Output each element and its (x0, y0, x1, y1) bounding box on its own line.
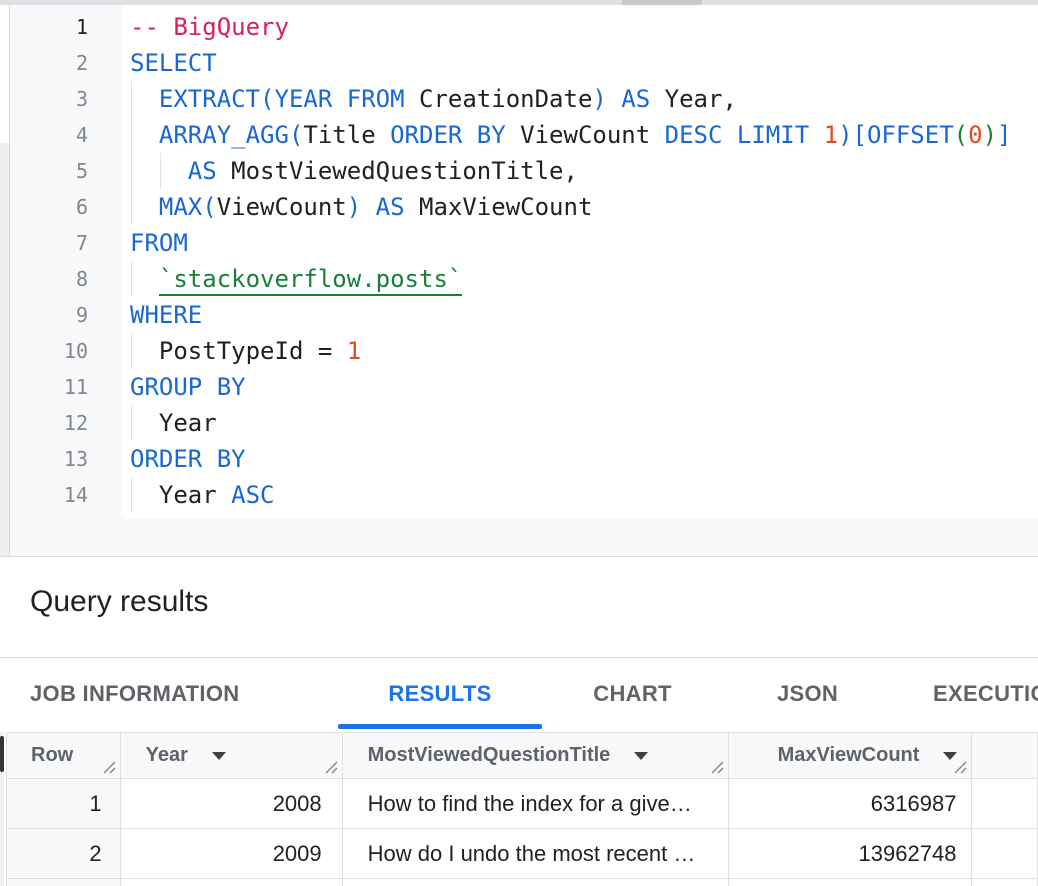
column-label: Row (31, 744, 73, 766)
results-tab-bar: JOB INFORMATION RESULTSCHART JSON EXECUTION… (0, 658, 1038, 732)
code-line-9[interactable]: 9 WHERE (0, 297, 1038, 333)
column-resize-grip[interactable] (709, 759, 725, 775)
column-resize-grip[interactable] (101, 759, 117, 775)
cell-year (120, 879, 342, 886)
code-text: FROM (130, 225, 188, 261)
code-line-7[interactable]: 7 FROM (0, 225, 1038, 261)
cell-overflow (972, 879, 1038, 886)
line-number: 9 (9, 297, 88, 333)
code-line-12[interactable]: 12 Year (0, 405, 1038, 441)
cell-overflow (972, 829, 1038, 879)
code-line-14[interactable]: 14 Year ASC (0, 477, 1038, 513)
code-text: Year (130, 405, 217, 441)
code-text: AS MostViewedQuestionTitle, (130, 153, 578, 189)
sort-dropdown-icon[interactable] (634, 752, 648, 760)
code-line-13[interactable]: 13 ORDER BY (0, 441, 1038, 477)
line-number: 13 (9, 441, 88, 477)
cell-most-viewed-question-title: How to find the index for a give… (342, 779, 729, 829)
line-number: 14 (9, 477, 88, 513)
code-text: ARRAY_AGG(Title ORDER BY ViewCount DESC … (130, 117, 1011, 153)
table-reference-link[interactable]: `stackoverflow.posts` (159, 265, 462, 296)
cell-most-viewed-question-title (342, 879, 729, 886)
code-text: PostTypeId = 1 (130, 333, 361, 369)
line-number: 3 (9, 81, 88, 117)
results-table: Row Year MostViewedQuestionTitle MaxViewCou… (6, 732, 1038, 886)
column-header-overflow (972, 733, 1038, 779)
tab-json[interactable]: JSON (745, 658, 870, 732)
code-text: ORDER BY (130, 441, 246, 477)
line-number: 5 (9, 153, 88, 189)
cell-overflow (972, 779, 1038, 829)
cell-row-number: 2 (7, 829, 121, 879)
code-text: SELECT (130, 45, 217, 81)
line-number: 11 (9, 369, 88, 405)
tab-results[interactable]: RESULTS (338, 658, 542, 732)
results-scrollbar-thumb[interactable] (0, 736, 4, 772)
code-line-8[interactable]: 8 `stackoverflow.posts` (0, 261, 1038, 297)
sort-dropdown-icon[interactable] (212, 752, 226, 760)
code-line-6[interactable]: 6 MAX(ViewCount) AS MaxViewCount (0, 189, 1038, 225)
column-header-max-view-count[interactable]: MaxViewCount (729, 733, 972, 779)
line-number: 12 (9, 405, 88, 441)
cell-max-view-count: 13962748 (729, 829, 972, 879)
code-text: Year ASC (130, 477, 275, 513)
column-label: MaxViewCount (778, 744, 920, 766)
bigquery-query-panel: 1-- BigQuery2SELECT3 EXTRACT(YEAR FROM C… (0, 0, 1038, 886)
code-text: GROUP BY (130, 369, 246, 405)
cell-row-number (7, 879, 121, 886)
code-text: `stackoverflow.posts` (130, 261, 462, 297)
results-table-wrap: Row Year MostViewedQuestionTitle MaxViewCou… (6, 732, 1038, 886)
cell-year: 2009 (120, 829, 342, 879)
table-row-partial (7, 879, 1038, 886)
line-number: 4 (9, 117, 88, 153)
column-header-row: Row Year MostViewedQuestionTitle MaxViewCou… (7, 733, 1038, 779)
code-line-11[interactable]: 11 GROUP BY (0, 369, 1038, 405)
code-text: WHERE (130, 297, 202, 333)
code-text: MAX(ViewCount) AS MaxViewCount (130, 189, 592, 225)
code-line-10[interactable]: 10 PostTypeId = 1 (0, 333, 1038, 369)
sql-editor[interactable]: 1-- BigQuery2SELECT3 EXTRACT(YEAR FROM C… (0, 5, 1038, 556)
panel-divider (0, 556, 1038, 557)
tab-execution-details[interactable]: EXECUTION DETAILS (933, 658, 1038, 732)
code-text: EXTRACT(YEAR FROM CreationDate) AS Year, (130, 81, 737, 117)
column-header-row-number[interactable]: Row (7, 733, 121, 779)
line-number: 1 (9, 9, 88, 45)
cell-max-view-count (729, 879, 972, 886)
column-header-most-viewed-question-title[interactable]: MostViewedQuestionTitle (342, 733, 729, 779)
code-lines: 1-- BigQuery2SELECT3 EXTRACT(YEAR FROM C… (0, 9, 1038, 513)
code-line-2[interactable]: 2 SELECT (0, 45, 1038, 81)
code-line-5[interactable]: 5 AS MostViewedQuestionTitle, (0, 153, 1038, 189)
cell-row-number: 1 (7, 779, 121, 829)
column-resize-grip[interactable] (952, 759, 968, 775)
table-row: 22009How do I undo the most recent …1396… (7, 829, 1038, 879)
column-header-year[interactable]: Year (120, 733, 342, 779)
active-tab-underline (338, 724, 542, 729)
cell-max-view-count: 6316987 (729, 779, 972, 829)
table-row: 12008How to find the index for a give…63… (7, 779, 1038, 829)
line-number: 6 (9, 189, 88, 225)
code-line-3[interactable]: 3 EXTRACT(YEAR FROM CreationDate) AS Yea… (0, 81, 1038, 117)
column-label: Year (146, 744, 188, 766)
query-results-title: Query results (30, 585, 208, 619)
line-number: 8 (9, 261, 88, 297)
line-number: 10 (9, 333, 88, 369)
code-line-4[interactable]: 4 ARRAY_AGG(Title ORDER BY ViewCount DES… (0, 117, 1038, 153)
tab-chart[interactable]: CHART (560, 658, 705, 732)
tab-job-information[interactable]: JOB INFORMATION (30, 658, 239, 732)
line-number: 7 (9, 225, 88, 261)
column-label: MostViewedQuestionTitle (368, 744, 611, 766)
column-resize-grip[interactable] (323, 759, 339, 775)
code-line-1[interactable]: 1 -- BigQuery (0, 9, 1038, 45)
cell-year: 2008 (120, 779, 342, 829)
code-text: -- BigQuery (130, 9, 289, 45)
line-number: 2 (9, 45, 88, 81)
cell-most-viewed-question-title: How do I undo the most recent … (342, 829, 729, 879)
